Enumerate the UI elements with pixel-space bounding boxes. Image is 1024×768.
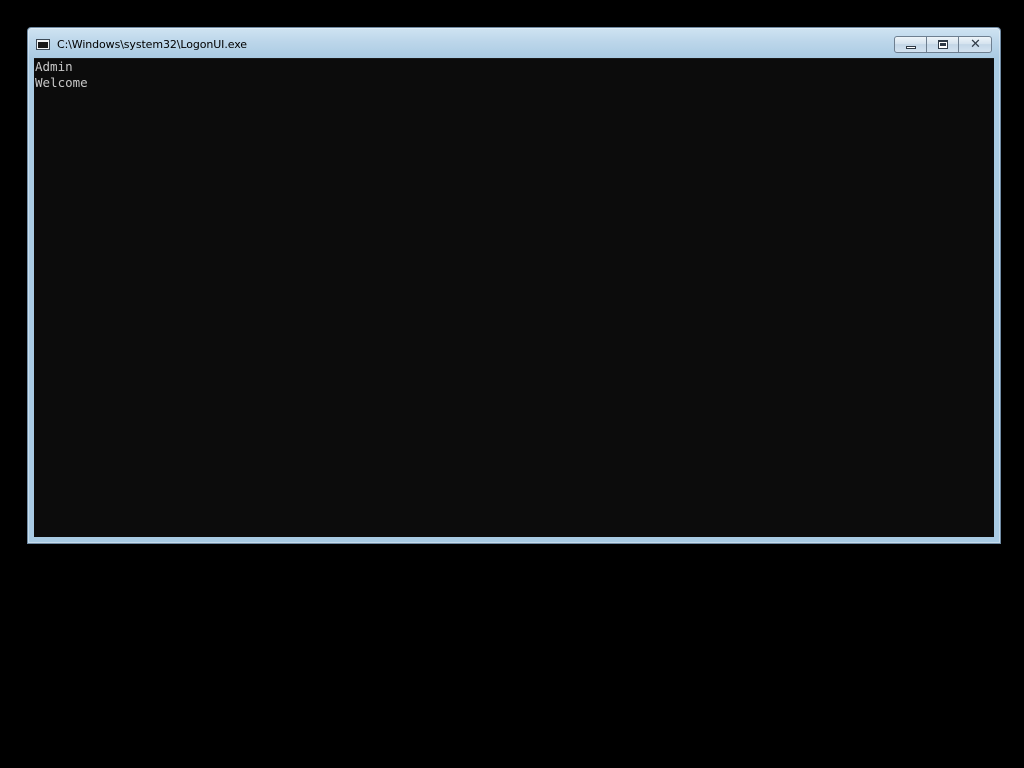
close-icon: ✕ [970,37,981,52]
console-output-area[interactable]: Admin Welcome [34,58,994,537]
console-window[interactable]: C:\Windows\system32\LogonUI.exe ✕ Admin … [27,27,1001,544]
console-line-admin: Admin [35,59,73,74]
caption-buttons: ✕ [894,36,992,53]
window-title: C:\Windows\system32\LogonUI.exe [57,38,247,51]
close-button[interactable]: ✕ [958,36,992,53]
maximize-button[interactable] [926,36,959,53]
minimize-button[interactable] [894,36,927,53]
console-app-icon[interactable] [36,39,50,50]
minimize-icon [906,46,916,49]
title-bar[interactable]: C:\Windows\system32\LogonUI.exe ✕ [28,28,1000,58]
restore-icon [938,40,948,49]
console-line-welcome: Welcome [35,75,88,90]
console-lines: Admin Welcome [34,59,88,91]
desktop: C:\Windows\system32\LogonUI.exe ✕ Admin … [0,0,1024,768]
